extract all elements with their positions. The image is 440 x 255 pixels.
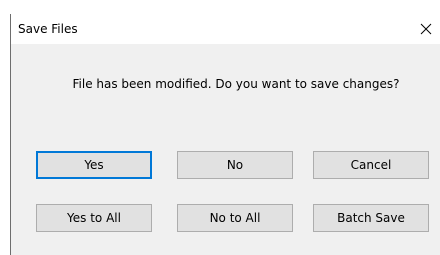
no-to-all-button[interactable]: No to All: [177, 204, 293, 232]
dialog-message: File has been modified. Do you want to s…: [72, 77, 400, 91]
title-bar: Save Files: [11, 14, 440, 44]
dialog-title: Save Files: [18, 22, 78, 36]
yes-to-all-button[interactable]: Yes to All: [36, 204, 152, 232]
cancel-button[interactable]: Cancel: [313, 151, 429, 179]
yes-button[interactable]: Yes: [36, 151, 152, 179]
close-button[interactable]: [411, 14, 440, 44]
no-button[interactable]: No: [177, 151, 293, 179]
save-files-dialog: Save Files File has been modified. Do yo…: [10, 14, 440, 255]
batch-save-button[interactable]: Batch Save: [313, 204, 429, 232]
close-icon: [420, 23, 432, 35]
